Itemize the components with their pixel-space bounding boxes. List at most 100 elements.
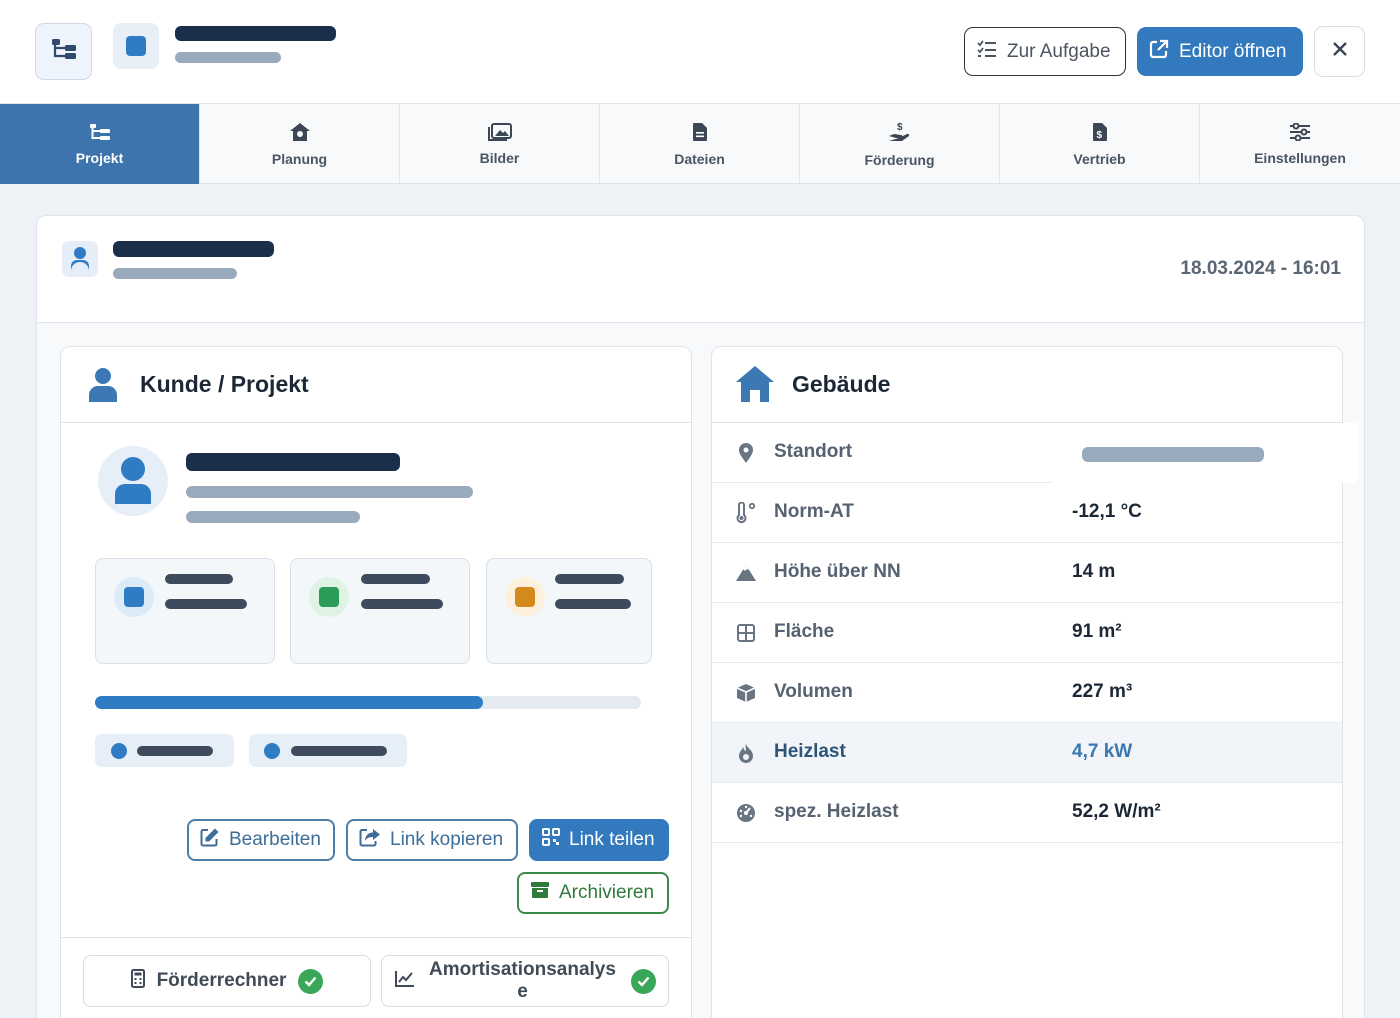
archive-button[interactable]: Archivieren — [517, 872, 669, 914]
tab-label: Vertrieb — [1073, 150, 1126, 167]
project-date: 18.03.2024 - 16:01 — [1180, 258, 1341, 279]
tab-einstellungen[interactable]: Einstellungen — [1200, 104, 1400, 184]
project-panel: 18.03.2024 - 16:01 Kunde / Projekt Bearb… — [36, 215, 1365, 1018]
legend-chip — [95, 734, 234, 767]
project-title-placeholder — [113, 241, 274, 257]
share-square-icon — [359, 827, 381, 853]
sidebar-toggle-button[interactable] — [35, 23, 92, 80]
edit-icon — [200, 827, 220, 853]
project-avatar — [113, 23, 159, 69]
progress-track — [95, 696, 641, 709]
grid-area-icon — [734, 621, 758, 645]
building-card: Gebäude Standort Norm-AT -12,1 °C Höhe ü… — [711, 346, 1358, 1018]
header-title-placeholder — [175, 26, 336, 41]
cube-icon — [734, 681, 758, 705]
amortisation-label: Amortisationsanalyse — [429, 959, 616, 1002]
row-value: 52,2 W/m² — [1072, 801, 1161, 822]
row-label: Standort — [774, 441, 853, 462]
copy-link-label: Link kopieren — [390, 829, 504, 850]
editor-open-label: Editor öffnen — [1179, 40, 1287, 62]
tab-dateien[interactable]: Dateien — [600, 104, 800, 184]
tab-label: Planung — [271, 150, 328, 167]
foerderrechner-button[interactable]: Förderrechner — [83, 955, 371, 1007]
archive-box-icon — [530, 881, 550, 905]
zur-aufgabe-button[interactable]: Zur Aufgabe — [964, 27, 1126, 76]
tab-label: Einstellungen — [1254, 149, 1346, 166]
info-tile-marker — [309, 577, 349, 617]
row-label: Volumen — [774, 681, 853, 702]
main-tabs: Projekt Planung Bilder Dateien $ Förderu… — [0, 104, 1400, 184]
row-label: Fläche — [774, 621, 835, 642]
row-heizlast: Heizlast 4,7 kW — [712, 723, 1342, 783]
editor-open-button[interactable]: Editor öffnen — [1137, 27, 1303, 76]
customer-card-title: Kunde / Projekt — [140, 371, 309, 397]
customer-address-placeholder — [186, 486, 473, 498]
file-icon — [692, 122, 708, 145]
sitemap-icon — [89, 123, 111, 144]
tab-foerderung[interactable]: $ Förderung — [800, 104, 1000, 184]
close-button[interactable] — [1314, 26, 1365, 77]
house-gear-icon — [289, 122, 311, 145]
sliders-icon — [1289, 122, 1311, 144]
images-icon — [487, 122, 512, 144]
tab-projekt[interactable]: Projekt — [0, 104, 200, 184]
sitemap-icon — [50, 37, 78, 66]
svg-text:$: $ — [897, 122, 903, 133]
external-link-icon — [1149, 39, 1169, 65]
share-link-label: Link teilen — [569, 829, 655, 850]
row-label: Norm-AT — [774, 501, 854, 522]
archive-label: Archivieren — [559, 882, 655, 903]
share-link-button[interactable]: Link teilen — [529, 819, 669, 861]
amortisation-button[interactable]: Amortisationsanalyse — [381, 955, 669, 1007]
header-subtitle-placeholder — [175, 52, 281, 63]
row-label: Höhe über NN — [774, 561, 901, 582]
building-card-header: Gebäude — [712, 347, 1342, 423]
row-label: Heizlast — [774, 741, 846, 762]
row-value: 91 m² — [1072, 621, 1122, 642]
tab-vertrieb[interactable]: $ Vertrieb — [1000, 104, 1200, 184]
info-tile-blue — [95, 558, 275, 664]
row-value: -12,1 °C — [1072, 501, 1142, 522]
tab-label: Bilder — [479, 149, 520, 166]
standort-value-area — [1052, 423, 1358, 483]
tab-label: Projekt — [75, 149, 124, 166]
top-header: Zur Aufgabe Editor öffnen — [0, 0, 1400, 104]
row-norm-at: Norm-AT -12,1 °C — [712, 483, 1342, 543]
invoice-dollar-icon: $ — [1092, 122, 1108, 145]
info-tile-green — [290, 558, 470, 664]
edit-button[interactable]: Bearbeiten — [187, 819, 335, 861]
info-tile-marker — [114, 577, 154, 617]
row-value: 4,7 kW — [1072, 741, 1133, 762]
tab-label: Förderung — [864, 151, 935, 168]
svg-text:$: $ — [1096, 130, 1102, 141]
check-circle-icon — [298, 968, 324, 994]
project-header: 18.03.2024 - 16:01 — [37, 216, 1364, 323]
check-circle-icon — [630, 968, 656, 994]
customer-name-placeholder — [186, 453, 400, 471]
zur-aufgabe-label: Zur Aufgabe — [1007, 40, 1111, 62]
tab-bilder[interactable]: Bilder — [400, 104, 600, 184]
hand-dollar-icon: $ — [888, 121, 912, 146]
map-pin-icon — [734, 441, 758, 465]
row-volumen: Volumen 227 m³ — [712, 663, 1342, 723]
mountain-icon — [734, 561, 758, 585]
house-icon — [734, 364, 776, 409]
row-standort: Standort — [712, 423, 1358, 483]
row-spez-heizlast: spez. Heizlast 52,2 W/m² — [712, 783, 1342, 843]
customer-avatar — [98, 446, 168, 516]
customer-project-card: Kunde / Projekt Bearbeiten Link kopieren… — [60, 346, 692, 1018]
row-value: 14 m — [1072, 561, 1116, 582]
tab-planung[interactable]: Planung — [200, 104, 400, 184]
progress-fill — [95, 696, 483, 709]
user-icon — [88, 367, 118, 408]
project-subtitle-placeholder — [113, 268, 237, 279]
legend-chip — [249, 734, 407, 767]
row-value: 227 m³ — [1072, 681, 1133, 702]
info-tile-marker — [505, 577, 545, 617]
user-icon — [62, 241, 98, 277]
thermometer-icon — [734, 501, 758, 525]
tab-label: Dateien — [674, 150, 725, 167]
copy-link-button[interactable]: Link kopieren — [346, 819, 518, 861]
foerderrechner-label: Förderrechner — [156, 970, 287, 991]
close-icon — [1332, 41, 1348, 62]
